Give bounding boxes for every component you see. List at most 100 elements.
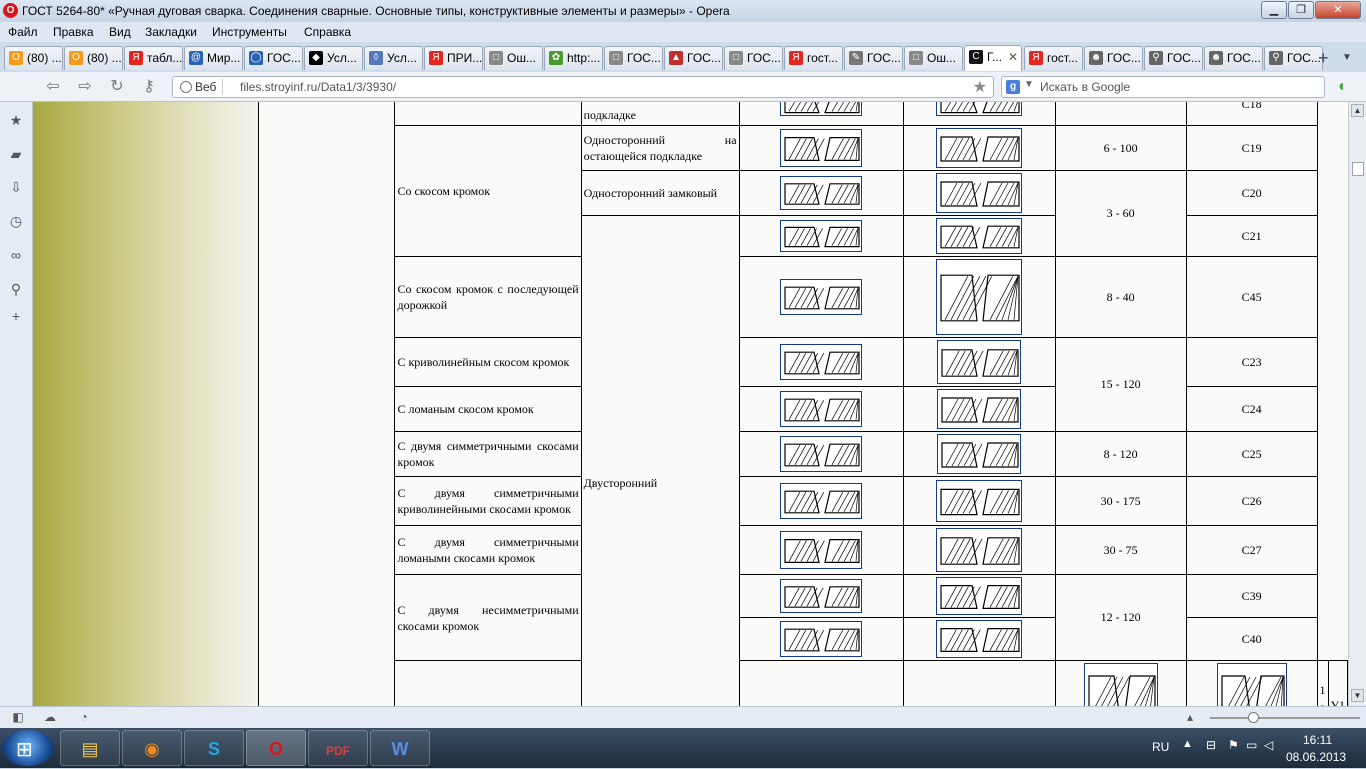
search-icon[interactable]: ⚲: [8, 281, 24, 297]
forward-icon[interactable]: ⇨: [74, 77, 96, 97]
menu-edit[interactable]: Правка: [53, 25, 94, 39]
tab[interactable]: ◯ ГОС...: [244, 46, 303, 70]
web-badge[interactable]: Веб: [177, 79, 224, 95]
tab[interactable]: @ Мир...: [184, 46, 243, 70]
scroll-up-icon[interactable]: ▲: [1351, 104, 1364, 117]
firefox-taskbar-button[interactable]: ◉: [122, 730, 182, 766]
tab[interactable]: □ ГОС...: [724, 46, 783, 70]
start-button[interactable]: ⊞: [2, 730, 54, 766]
tab[interactable]: О (80) ...: [64, 46, 123, 70]
tab[interactable]: ☻ ГОС...: [1084, 46, 1143, 70]
prep-drawing: [738, 125, 905, 171]
tab[interactable]: ✿ http:...: [544, 46, 603, 70]
tab[interactable]: □ ГОС...: [604, 46, 663, 70]
network-icon[interactable]: ⊟: [1206, 738, 1216, 752]
address-field[interactable]: Веб files.stroyinf.ru/Data1/3/3930/ ★: [172, 76, 994, 98]
back-icon[interactable]: ⇦: [42, 77, 64, 97]
tab[interactable]: ☻ ГОС...: [1204, 46, 1263, 70]
odnoklassniki-icon: О: [69, 51, 83, 65]
flag-icon[interactable]: ⚑: [1228, 738, 1239, 752]
tab[interactable]: □ Ош...: [484, 46, 543, 70]
mountain-icon: ▲: [669, 51, 683, 65]
url-text[interactable]: files.stroyinf.ru/Data1/3/3930/: [240, 80, 396, 94]
table-cell: С27: [1185, 525, 1318, 575]
volume-icon[interactable]: ◁: [1264, 738, 1273, 752]
scroll-thumb[interactable]: [1352, 162, 1364, 176]
clock-time[interactable]: 16:11: [1303, 733, 1332, 747]
close-button[interactable]: ✕: [1315, 1, 1361, 19]
table-row: С двумя симметричными скосами кромок 8 -…: [259, 431, 1348, 477]
downloads-icon[interactable]: ⇩: [8, 179, 24, 195]
links-icon[interactable]: ∞: [8, 247, 24, 263]
tab[interactable]: Я ПРИ...: [424, 46, 483, 70]
tab-label: Усл...: [327, 51, 357, 65]
weld-drawing: [903, 170, 1056, 216]
tab[interactable]: ◆ Усл...: [304, 46, 363, 70]
prep-drawing: [738, 215, 905, 257]
tab[interactable]: C Г... ✕: [964, 45, 1022, 71]
bookmarks-star-icon[interactable]: ★: [8, 112, 24, 128]
notes-icon[interactable]: ▰: [8, 146, 24, 162]
zoom-out-icon[interactable]: ▴: [1182, 710, 1198, 726]
add-panel-icon[interactable]: +: [8, 308, 24, 324]
clock-date[interactable]: 08.06.2013: [1286, 750, 1346, 764]
menu-file[interactable]: Файл: [8, 25, 38, 39]
search-field[interactable]: g ▼ Искать в Google: [1001, 76, 1325, 98]
tab[interactable]: ⚲ ГОС...: [1144, 46, 1203, 70]
reload-icon[interactable]: ↻: [106, 77, 128, 97]
table-cell: [1054, 102, 1187, 126]
weld-table: подкладке С18 Со скосом кромок Односторо…: [257, 102, 1348, 706]
tab[interactable]: Ягост...: [1024, 46, 1083, 70]
key-icon[interactable]: ⚷: [138, 77, 160, 97]
tab[interactable]: □ Ош...: [904, 46, 963, 70]
table-row: Со скосом кромок Односторонний на остающ…: [259, 125, 1348, 257]
panel-toggle-icon[interactable]: ◧: [10, 710, 26, 726]
opera-menu-icon[interactable]: ◐: [1338, 78, 1348, 96]
tab-list-icon[interactable]: ▼: [1342, 52, 1352, 63]
tab-label: ГОС...: [747, 51, 781, 65]
history-clock-icon[interactable]: ◷: [8, 213, 24, 229]
pdf-taskbar-button[interactable]: PDF: [308, 730, 368, 766]
zoom-slider-handle[interactable]: [1248, 712, 1259, 723]
speed-dial-icon[interactable]: ◔: [76, 710, 92, 726]
tab[interactable]: О (80) ...: [4, 46, 63, 70]
menu-tools[interactable]: Инструменты: [212, 25, 287, 39]
tray-arrow-icon[interactable]: ▲: [1182, 738, 1193, 750]
opera-taskbar-button[interactable]: O: [246, 730, 306, 766]
tab-label: Ош...: [927, 51, 956, 65]
explorer-taskbar-button[interactable]: ▤: [60, 730, 120, 766]
tab[interactable]: Ягост...: [784, 46, 843, 70]
chevron-down-icon[interactable]: ▼: [1024, 79, 1034, 90]
tab[interactable]: Ятабл...: [124, 46, 183, 70]
menu-help[interactable]: Справка: [304, 25, 351, 39]
table-cell: С двумя симметричными криволинейными ско…: [394, 476, 582, 526]
tab[interactable]: ◊ Усл...: [364, 46, 423, 70]
tab[interactable]: ⚲ ГОС...: [1264, 46, 1323, 70]
weld-drawing: [903, 431, 1056, 477]
tab-label: ПРИ...: [447, 51, 483, 65]
vertical-scrollbar[interactable]: ▲ ▼: [1348, 102, 1366, 706]
close-tab-icon[interactable]: ✕: [1008, 46, 1018, 68]
word-taskbar-button[interactable]: W: [370, 730, 430, 766]
skype-taskbar-button[interactable]: S: [184, 730, 244, 766]
menu-bookmarks[interactable]: Закладки: [145, 25, 197, 39]
opera-icon: O: [268, 739, 283, 759]
scroll-down-icon[interactable]: ▼: [1351, 689, 1364, 702]
prep-drawing: [1054, 660, 1187, 706]
language-indicator[interactable]: RU: [1152, 740, 1169, 754]
tab[interactable]: ✎ ГОС...: [844, 46, 903, 70]
monitor-icon[interactable]: ▭: [1246, 738, 1257, 752]
new-tab-icon[interactable]: +: [1318, 48, 1329, 69]
zoom-slider[interactable]: [1210, 712, 1360, 723]
bookmark-star-icon[interactable]: ★: [973, 77, 987, 97]
cloud-icon[interactable]: ☁: [42, 710, 58, 726]
globe-icon: [180, 81, 192, 93]
menu-view[interactable]: Вид: [109, 25, 131, 39]
table-cell: 30 - 175: [1054, 476, 1187, 526]
page-decorative-band: [33, 102, 258, 706]
maximize-button[interactable]: ❐: [1288, 1, 1314, 19]
tab[interactable]: ▲ ГОС...: [664, 46, 723, 70]
minimize-button[interactable]: ▁: [1261, 1, 1287, 19]
table-cell: Двусторонний: [580, 215, 740, 706]
table-cell: С двумя симметричными скосами кромок: [394, 431, 582, 477]
